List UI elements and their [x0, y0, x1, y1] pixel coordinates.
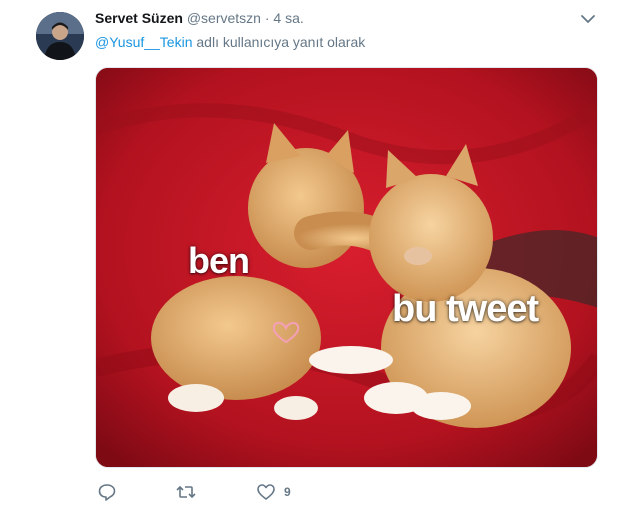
tweet-media[interactable]: ben bu tweet: [95, 67, 598, 468]
reply-icon: [97, 482, 117, 502]
reply-suffix-text: adlı kullanıcıya yanıt olarak: [192, 34, 366, 50]
retweet-button[interactable]: [175, 482, 197, 504]
timestamp[interactable]: 4 sa.: [273, 10, 303, 26]
tweet: Servet Süzen @servetszn · 4 sa. @Yusuf__…: [0, 0, 630, 510]
reply-mention-link[interactable]: @Yusuf__Tekin: [95, 34, 193, 50]
kittens-image: [96, 68, 597, 467]
like-button[interactable]: [256, 482, 276, 504]
caption-left: ben: [188, 240, 250, 281]
separator: ·: [264, 10, 270, 26]
reply-context: @Yusuf__Tekin adlı kullanıcıya yanıt ola…: [95, 34, 365, 50]
tweet-header: Servet Süzen @servetszn · 4 sa.: [95, 10, 304, 26]
chevron-down-icon[interactable]: [578, 12, 598, 28]
reply-button[interactable]: [97, 482, 117, 504]
author-name[interactable]: Servet Süzen: [95, 10, 183, 26]
author-handle[interactable]: @servetszn: [187, 10, 261, 26]
caption-right: bu tweet: [392, 288, 539, 330]
like-icon: [256, 482, 276, 502]
retweet-icon: [175, 482, 197, 502]
like-count: 9: [284, 485, 291, 499]
avatar[interactable]: [36, 12, 84, 60]
